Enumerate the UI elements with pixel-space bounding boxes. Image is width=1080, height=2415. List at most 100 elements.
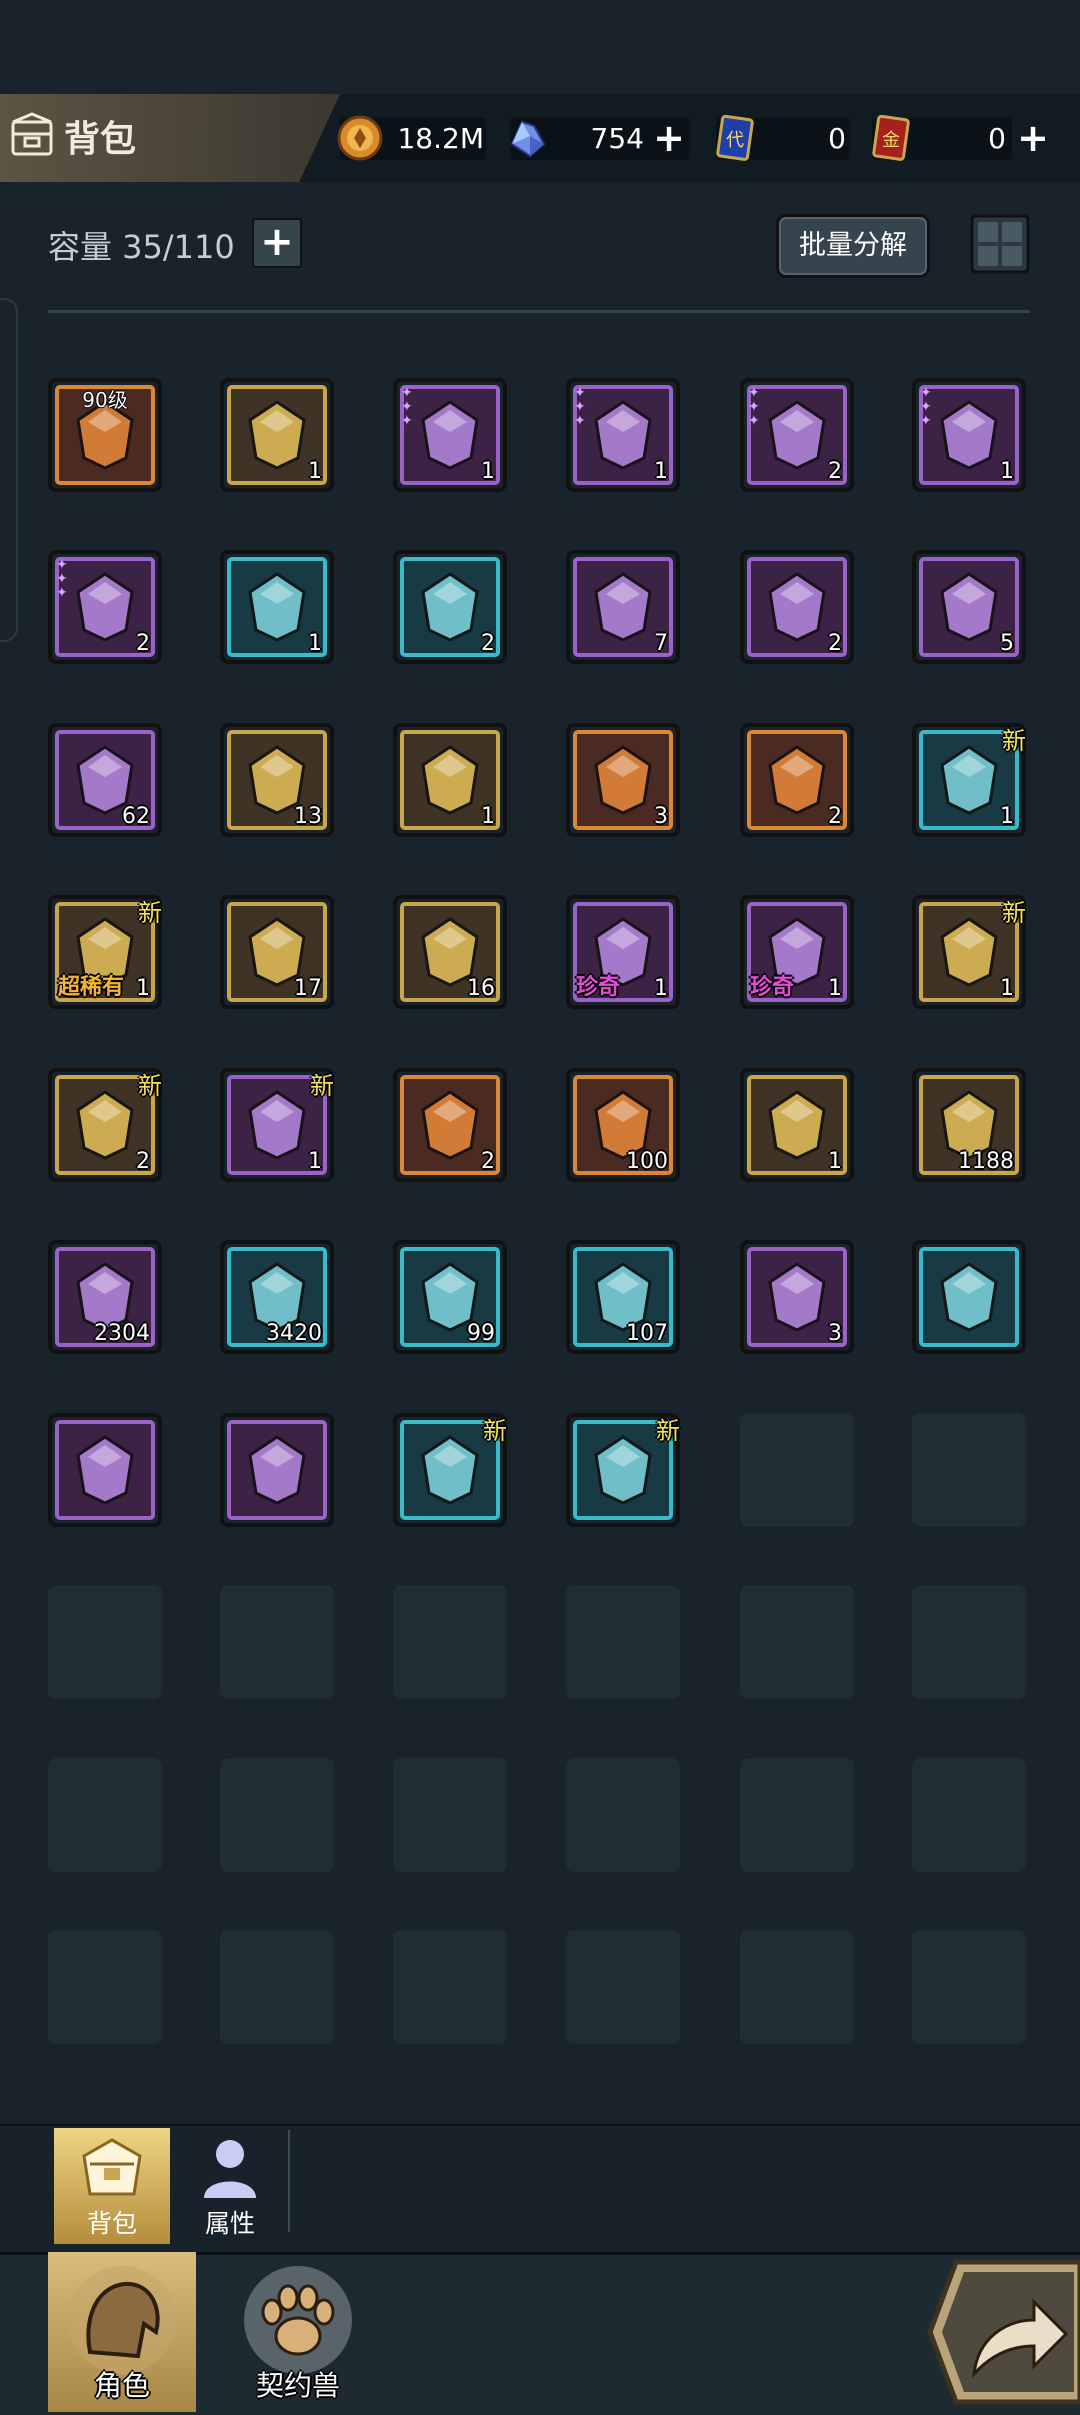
purple-vase-icon: [76, 1090, 134, 1160]
item-slot-shoulder-armor[interactable]: ✦✦✦ 2: [740, 378, 854, 492]
item-slot-tornado-rare[interactable]: 超稀有 1 新: [48, 895, 162, 1009]
item-slot-golden-vase[interactable]: 1新: [912, 895, 1026, 1009]
item-slot-tornado-common[interactable]: 16: [393, 895, 507, 1009]
grid-view-icon[interactable]: [970, 214, 1030, 274]
red-card-value: 0: [988, 122, 1006, 155]
empty-slot[interactable]: [740, 1930, 854, 2044]
item-slot-ice-crystal[interactable]: 3420: [220, 1240, 334, 1354]
item-slot-gold-star-shard[interactable]: 1188: [912, 1068, 1026, 1182]
item-slot-spell-book[interactable]: 1: [220, 378, 334, 492]
empty-slot[interactable]: [48, 1585, 162, 1699]
item-slot-purple-shard[interactable]: 2304: [48, 1240, 162, 1354]
empty-slot[interactable]: [220, 1930, 334, 2044]
bread-loaf-icon: [940, 572, 998, 642]
item-slot-green-herb[interactable]: 2: [393, 550, 507, 664]
item-slot-red-potion-a[interactable]: 13: [220, 723, 334, 837]
item-slot-bread-loaf[interactable]: 5: [912, 550, 1026, 664]
item-slot-angel-medal[interactable]: 2: [393, 1068, 507, 1182]
item-slot-stone-egg-a[interactable]: 17: [220, 895, 334, 1009]
backpack-icon: [11, 112, 53, 156]
item-slot-dark-ore-star[interactable]: 107: [566, 1240, 680, 1354]
red-card-add-button[interactable]: +: [1014, 119, 1052, 158]
item-slot-lava-rock[interactable]: 99: [393, 1240, 507, 1354]
item-slot-moon-bomb[interactable]: 1: [740, 1068, 854, 1182]
empty-slot[interactable]: [393, 1585, 507, 1699]
item-count: 5: [1000, 631, 1014, 656]
person-icon: [204, 2140, 256, 2198]
crystal-add-button[interactable]: +: [650, 119, 688, 158]
item-slot-mana-potion-bottle[interactable]: 2: [740, 550, 854, 664]
golden-vase-icon: [940, 917, 998, 987]
gift-box-icon: [940, 745, 998, 815]
item-count: 2: [828, 459, 842, 484]
item-slot-red-ore[interactable]: 1: [220, 550, 334, 664]
expand-capacity-button[interactable]: +: [252, 218, 302, 268]
item-slot-fire-cauldron[interactable]: 3: [740, 1240, 854, 1354]
item-count: 1: [308, 459, 322, 484]
empty-slot[interactable]: [48, 1758, 162, 1872]
item-slot-swirl-rune-a[interactable]: 新: [393, 1413, 507, 1527]
item-slot-swirl-rune-b[interactable]: 新: [566, 1413, 680, 1527]
item-count: 1: [1000, 976, 1014, 1001]
empty-slot[interactable]: [740, 1413, 854, 1527]
item-slot-blue-vase[interactable]: 1新: [220, 1068, 334, 1182]
nav-character-label: 角色: [93, 2369, 150, 2402]
star-rank-icon: ✦✦✦: [920, 385, 932, 429]
blue-herb-icon: [768, 745, 826, 815]
side-drawer-handle[interactable]: [0, 298, 18, 642]
empty-slot[interactable]: [566, 1585, 680, 1699]
item-slot-jeweled-egg[interactable]: 7: [566, 550, 680, 664]
item-slot-tornado-precious[interactable]: 珍奇 1: [740, 895, 854, 1009]
batch-decompose-button[interactable]: 批量分解: [776, 214, 930, 278]
item-slot-roast-ham[interactable]: 62: [48, 723, 162, 837]
tab-bag[interactable]: 背包: [54, 2128, 170, 2244]
empty-slot[interactable]: [912, 1758, 1026, 1872]
nav-contract-beast[interactable]: 契约兽: [224, 2252, 372, 2412]
lavender-herb-icon: [594, 745, 652, 815]
status-bar-area: [0, 0, 1080, 94]
item-slot-amulet-necklace[interactable]: ✦✦✦ 2: [48, 550, 162, 664]
empty-slot[interactable]: [566, 1758, 680, 1872]
item-slot-blue-herb[interactable]: 2: [740, 723, 854, 837]
item-slot-fire-crystal[interactable]: 100: [566, 1068, 680, 1182]
tab-attributes[interactable]: 属性: [172, 2128, 288, 2244]
item-slot-claw-gauntlet-a[interactable]: ✦✦✦ 1: [393, 378, 507, 492]
empty-slot[interactable]: [48, 1930, 162, 2044]
item-slot-blue-swirl-rune[interactable]: [912, 1240, 1026, 1354]
item-count: 3420: [266, 1321, 322, 1346]
item-count: 2: [136, 1149, 150, 1174]
item-count: 1: [308, 631, 322, 656]
item-slot-red-potion-b[interactable]: 1: [393, 723, 507, 837]
red-potion-b-icon: [421, 745, 479, 815]
item-count: 1: [654, 459, 668, 484]
empty-slot[interactable]: [912, 1413, 1026, 1527]
amulet-necklace-icon: [76, 572, 134, 642]
item-slot-iron-ring[interactable]: ✦✦✦ 1: [912, 378, 1026, 492]
empty-slot[interactable]: [566, 1930, 680, 2044]
empty-slot[interactable]: [393, 1758, 507, 1872]
swirl-rune-b-icon: [594, 1435, 652, 1505]
item-rarity-tag: 超稀有: [58, 975, 125, 1000]
item-slot-clover-rune[interactable]: [48, 1413, 162, 1527]
item-count: 2304: [94, 1321, 150, 1346]
empty-slot[interactable]: [220, 1758, 334, 1872]
share-arrow-button[interactable]: [926, 2258, 1080, 2406]
item-slot-claw-gauntlet-b[interactable]: ✦✦✦ 1: [566, 378, 680, 492]
blue-card-icon: 代: [716, 114, 754, 161]
star-rank-icon: ✦✦✦: [401, 385, 413, 429]
item-slot-flame-rune[interactable]: [220, 1413, 334, 1527]
empty-slot[interactable]: [740, 1585, 854, 1699]
item-slot-gift-box[interactable]: 1新: [912, 723, 1026, 837]
empty-slot[interactable]: [393, 1930, 507, 2044]
item-slot-lavender-herb[interactable]: 3: [566, 723, 680, 837]
item-slot-purple-vase[interactable]: 2新: [48, 1068, 162, 1182]
empty-slot[interactable]: [912, 1930, 1026, 2044]
item-slot-level-chest[interactable]: 90级: [48, 378, 162, 492]
nav-character[interactable]: 角色: [48, 2252, 196, 2412]
empty-slot[interactable]: [740, 1758, 854, 1872]
empty-slot[interactable]: [912, 1585, 1026, 1699]
empty-slot[interactable]: [220, 1585, 334, 1699]
swirl-rune-a-icon: [421, 1435, 479, 1505]
star-rank-icon: ✦✦✦: [56, 557, 68, 601]
item-slot-stone-egg-b[interactable]: 珍奇 1: [566, 895, 680, 1009]
